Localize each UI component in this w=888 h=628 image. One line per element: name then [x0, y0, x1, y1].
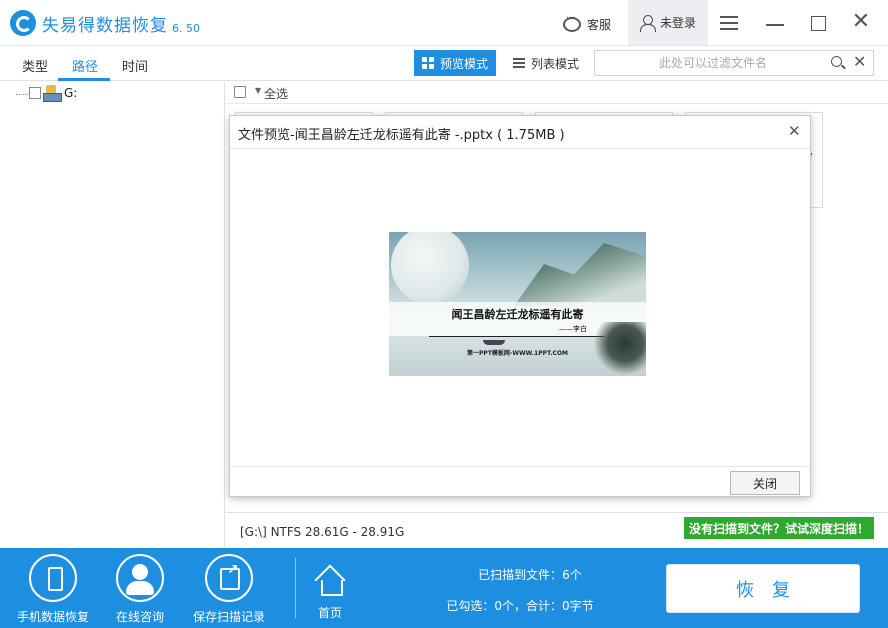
tree-item-label[interactable]: G:: [64, 86, 77, 100]
title-bar: 失易得数据恢复 6. 50 客服 未登录 ✕: [0, 0, 888, 46]
drive-icon: [43, 85, 62, 102]
moon-graphic: [391, 232, 469, 304]
boat-graphic: [483, 340, 505, 345]
list-icon: [512, 57, 525, 69]
filter-input[interactable]: [603, 54, 823, 72]
divider: [230, 148, 810, 149]
list-mode-button[interactable]: 列表模式: [505, 50, 587, 76]
select-all-checkbox[interactable]: [234, 86, 246, 98]
phone-recovery-button[interactable]: 手机数据恢复: [14, 554, 92, 625]
filter-box: ✕: [594, 50, 874, 76]
online-consult-label: 在线咨询: [115, 610, 164, 624]
maximize-icon[interactable]: [808, 12, 830, 34]
slide-title: 闻王昌龄左迁龙标遥有此寄: [451, 308, 584, 321]
slide-preview-image: 闻王昌龄左迁龙标遥有此寄 ——李白 第一PPT模板网-WWW.1PPT.COM: [389, 232, 646, 376]
divider: [295, 558, 296, 618]
agent-icon: [116, 554, 164, 602]
status-bar: [G:\] NTFS 28.61G - 28.91G 没有扫描到文件？试试深度扫…: [226, 512, 888, 548]
tab-time[interactable]: 时间: [122, 56, 148, 75]
caret-down-icon[interactable]: ▼: [255, 86, 261, 95]
tab-path[interactable]: 路径: [72, 56, 98, 75]
close-icon[interactable]: ✕: [850, 11, 872, 34]
app-title: 失易得数据恢复: [42, 16, 168, 36]
scanned-count: 已扫描到文件：6个: [478, 568, 582, 582]
app-version: 6. 50: [172, 22, 200, 35]
bottom-bar: 手机数据恢复 在线咨询 保存扫描记录 首页 已扫描到文件：6个 已勾选：0个，合…: [0, 548, 888, 628]
file-preview-dialog: 文件预览-闻王昌龄左迁龙标遥有此寄 -.pptx ( 1.75MB ) ✕ 闻王…: [229, 115, 811, 497]
tree-connector: [16, 94, 28, 95]
user-icon: [639, 15, 656, 32]
directory-tree: G:: [0, 82, 225, 548]
list-mode-label: 列表模式: [530, 56, 579, 71]
divider: [230, 466, 810, 467]
tab-type[interactable]: 类型: [22, 56, 48, 75]
mountain-graphic: [514, 243, 646, 306]
select-all-label[interactable]: 全选: [264, 85, 288, 102]
customer-service-button[interactable]: 客服: [563, 13, 612, 34]
selected-summary: 已勾选：0个，合计：0字节: [446, 599, 594, 613]
tree-graphic: [594, 322, 646, 376]
phone-icon: [29, 554, 77, 602]
content-header: ▼ 全选: [226, 82, 888, 104]
grid-icon: [421, 57, 434, 69]
clear-icon[interactable]: ✕: [853, 53, 866, 71]
chat-icon: [563, 13, 581, 32]
close-button[interactable]: 关闭: [730, 471, 800, 495]
recover-button[interactable]: 恢复: [666, 564, 860, 613]
tab-strip: 类型 路径 时间 预览模式 列表模式 ✕: [0, 46, 888, 81]
deep-scan-button[interactable]: 没有扫描到文件？试试深度扫描！: [684, 517, 874, 539]
login-label: 未登录: [659, 16, 696, 30]
export-icon: [205, 554, 253, 602]
slide-rule: [429, 336, 604, 337]
online-consult-button[interactable]: 在线咨询: [108, 554, 172, 625]
dialog-title: 文件预览-闻王昌龄左迁龙标遥有此寄 -.pptx ( 1.75MB ): [238, 128, 565, 143]
active-tab-indicator: [58, 78, 110, 81]
app-logo-icon: [10, 10, 36, 36]
tree-checkbox[interactable]: [29, 87, 41, 99]
menu-icon[interactable]: [718, 12, 740, 34]
customer-service-label: 客服: [587, 17, 612, 32]
home-button[interactable]: 首页: [310, 554, 350, 621]
phone-recovery-label: 手机数据恢复: [16, 610, 89, 624]
home-label: 首页: [317, 606, 342, 620]
minimize-icon[interactable]: [764, 12, 786, 34]
login-button[interactable]: 未登录: [628, 0, 708, 45]
save-record-button[interactable]: 保存扫描记录: [190, 554, 268, 625]
search-icon[interactable]: [831, 56, 842, 67]
dialog-close-icon[interactable]: ✕: [788, 122, 801, 140]
slide-author: ——李白: [559, 325, 587, 333]
home-icon: [315, 568, 345, 596]
save-record-label: 保存扫描记录: [192, 610, 265, 624]
preview-mode-label: 预览模式: [439, 56, 488, 71]
drive-info: [G:\] NTFS 28.61G - 28.91G: [240, 525, 405, 539]
preview-mode-button[interactable]: 预览模式: [414, 50, 496, 76]
